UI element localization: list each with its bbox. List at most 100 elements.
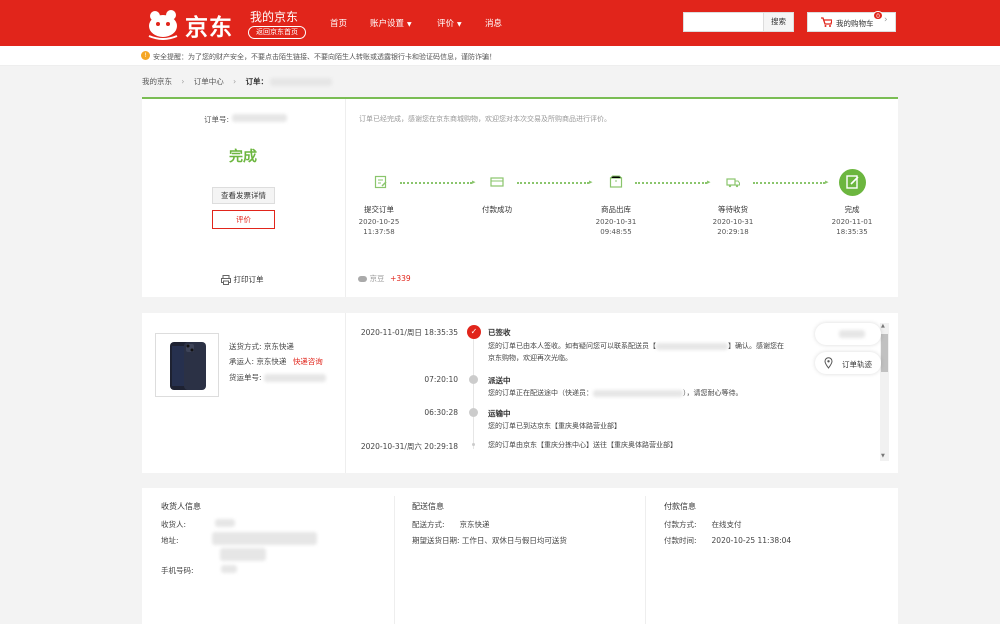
step-complete: 完成 2020-11-01 18:35:35	[831, 205, 873, 236]
delivery-date-row: 期望送货日期: 工作日、双休日与假日均可送货	[412, 536, 567, 545]
jd-bean-reward: 京豆 +339	[358, 273, 411, 284]
payment-info-title: 付款信息	[664, 502, 696, 511]
view-invoice-button[interactable]: 查看发票详情	[212, 187, 275, 204]
cart-count-badge: 0	[873, 11, 883, 20]
order-number-blurred	[270, 78, 333, 86]
track-time: 2020-11-01/周日 18:35:35	[360, 328, 458, 337]
nav-home[interactable]: 首页	[330, 17, 347, 29]
cart-label: 我的购物车	[836, 19, 874, 28]
track-desc: 您的订单由京东【重庆分拣中心】送往【重庆奥体路营业部】	[488, 441, 677, 449]
carrier-row: 承运人: 京东快递 快递咨询	[229, 357, 323, 366]
receiver-info-title: 收货人信息	[161, 502, 201, 511]
iphone-product-image	[170, 342, 206, 390]
payment-success-icon	[490, 177, 504, 187]
address-blurred	[220, 548, 266, 561]
delivery-truck-icon	[726, 178, 740, 188]
floating-courier-widget[interactable]	[815, 323, 881, 345]
chevron-down-icon: ▼	[457, 21, 462, 28]
print-order-button[interactable]: 打印订单	[221, 274, 264, 285]
address-label: 地址:	[161, 536, 179, 545]
track-desc: 您的订单正在配送途中（快递员： ），请您耐心等待。	[488, 389, 743, 397]
delivery-info-title: 配送信息	[412, 502, 444, 511]
order-track-button[interactable]: 订单轨迹	[815, 352, 881, 374]
express-inquiry-link[interactable]: 快递咨询	[293, 357, 323, 366]
payment-time-row: 付款时间: 2020-10-25 11:38:04	[664, 536, 792, 545]
breadcrumb-my-jd[interactable]: 我的京东	[142, 77, 172, 86]
track-desc: 您的订单已由本人签收。如有疑问您可以联系配送员【 】确认。感谢您在	[488, 342, 784, 350]
track-time: 06:30:28	[424, 408, 458, 417]
order-status: 完成	[229, 149, 257, 165]
step-awaiting-receipt: 等待收货 2020-10-31 20:29:18	[712, 205, 754, 236]
chevron-right-icon: ▸	[472, 178, 476, 186]
track-desc: 您的订单已到达京东【重庆奥体路营业部】	[488, 422, 621, 430]
location-pin-icon	[824, 357, 833, 369]
step-connector	[635, 182, 707, 184]
printer-icon	[221, 274, 231, 285]
step-package-out: 商品出库 2020-10-31 09:48:55	[595, 205, 637, 236]
scroll-up-icon[interactable]: ▲	[881, 323, 885, 329]
complete-step-icon	[839, 169, 866, 196]
delivery-method-row: 送货方式: 京东快递	[229, 342, 294, 351]
search-box: 搜索	[683, 12, 794, 32]
scroll-down-icon[interactable]: ▼	[881, 453, 885, 459]
track-title: 已签收	[488, 328, 511, 337]
search-input[interactable]	[684, 13, 764, 31]
step-connector	[517, 182, 589, 184]
address-blurred	[212, 532, 317, 545]
chevron-right-icon: ▸	[589, 178, 593, 186]
chevron-right-icon: ▸	[825, 178, 829, 186]
chevron-right-icon: ›	[884, 15, 888, 25]
track-title: 派送中	[488, 376, 511, 385]
breadcrumb-order-center[interactable]: 订单中心	[194, 77, 224, 86]
cart-icon	[821, 17, 832, 27]
payment-method-row: 付款方式: 在线支付	[664, 520, 742, 529]
phone-blurred	[221, 565, 237, 573]
jd-dog-logo-icon[interactable]	[143, 6, 183, 40]
delivery-method-row: 配送方式: 京东快递	[412, 520, 490, 529]
chevron-right-icon: ›	[233, 77, 237, 86]
step-connector	[400, 182, 472, 184]
submit-order-icon	[374, 175, 387, 189]
nav-messages[interactable]: 消息	[485, 17, 502, 29]
order-number-label: 订单号:	[204, 115, 230, 124]
tracking-number-row: 货运单号:	[229, 372, 326, 383]
receiver-name-blurred	[215, 519, 235, 527]
divider	[345, 99, 346, 297]
security-notice-bar	[0, 46, 1000, 66]
track-desc: 京东购物，欢迎再次光临。	[488, 354, 572, 362]
nav-review[interactable]: 评价 ▼	[437, 17, 462, 29]
breadcrumb: 我的京东 › 订单中心 › 订单：	[142, 76, 333, 87]
order-number-blurred	[232, 114, 287, 122]
tracking-number-blurred	[263, 374, 326, 382]
security-notice-text: 安全提醒：为了您的财产安全，不要点击陌生链接、不要向陌生人转账或透露银行卡和验证…	[153, 53, 496, 61]
phone-label: 手机号码:	[161, 566, 194, 575]
nav-account-settings[interactable]: 账户设置 ▼	[370, 17, 412, 29]
my-jd-title[interactable]: 我的京东	[250, 8, 298, 25]
step-connector	[753, 182, 825, 184]
chevron-down-icon: ▼	[407, 21, 412, 28]
product-thumbnail[interactable]	[155, 333, 219, 397]
divider	[394, 496, 395, 624]
track-time: 07:20:10	[424, 375, 458, 384]
chevron-right-icon: ›	[181, 77, 185, 86]
breadcrumb-current: 订单：	[245, 77, 269, 86]
scrollbar-thumb[interactable]	[881, 334, 888, 372]
check-icon: ✓	[467, 325, 481, 339]
track-title: 运输中	[488, 409, 511, 418]
divider	[645, 496, 646, 624]
step-payment-success: 付款成功	[482, 205, 512, 214]
jd-logo-text[interactable]: 京东	[185, 8, 233, 42]
timeline-line	[473, 331, 474, 449]
lightbulb-icon: !	[141, 51, 150, 60]
step-submit-order: 提交订单 2020-10-25 11:37:58	[358, 205, 400, 236]
search-button[interactable]: 搜索	[763, 13, 793, 31]
chevron-right-icon: ▸	[707, 178, 711, 186]
order-status-tip: 订单已经完成，感谢您在京东商城购物，欢迎您对本次交易及所购商品进行评价。	[359, 115, 611, 123]
back-home-button[interactable]: 返回京东首页	[248, 26, 306, 39]
timeline-dot	[469, 375, 478, 384]
timeline-dot	[469, 408, 478, 417]
divider	[345, 313, 346, 473]
package-out-icon	[609, 175, 623, 188]
review-button[interactable]: 评价	[212, 210, 275, 229]
receiver-label: 收货人:	[161, 520, 187, 529]
